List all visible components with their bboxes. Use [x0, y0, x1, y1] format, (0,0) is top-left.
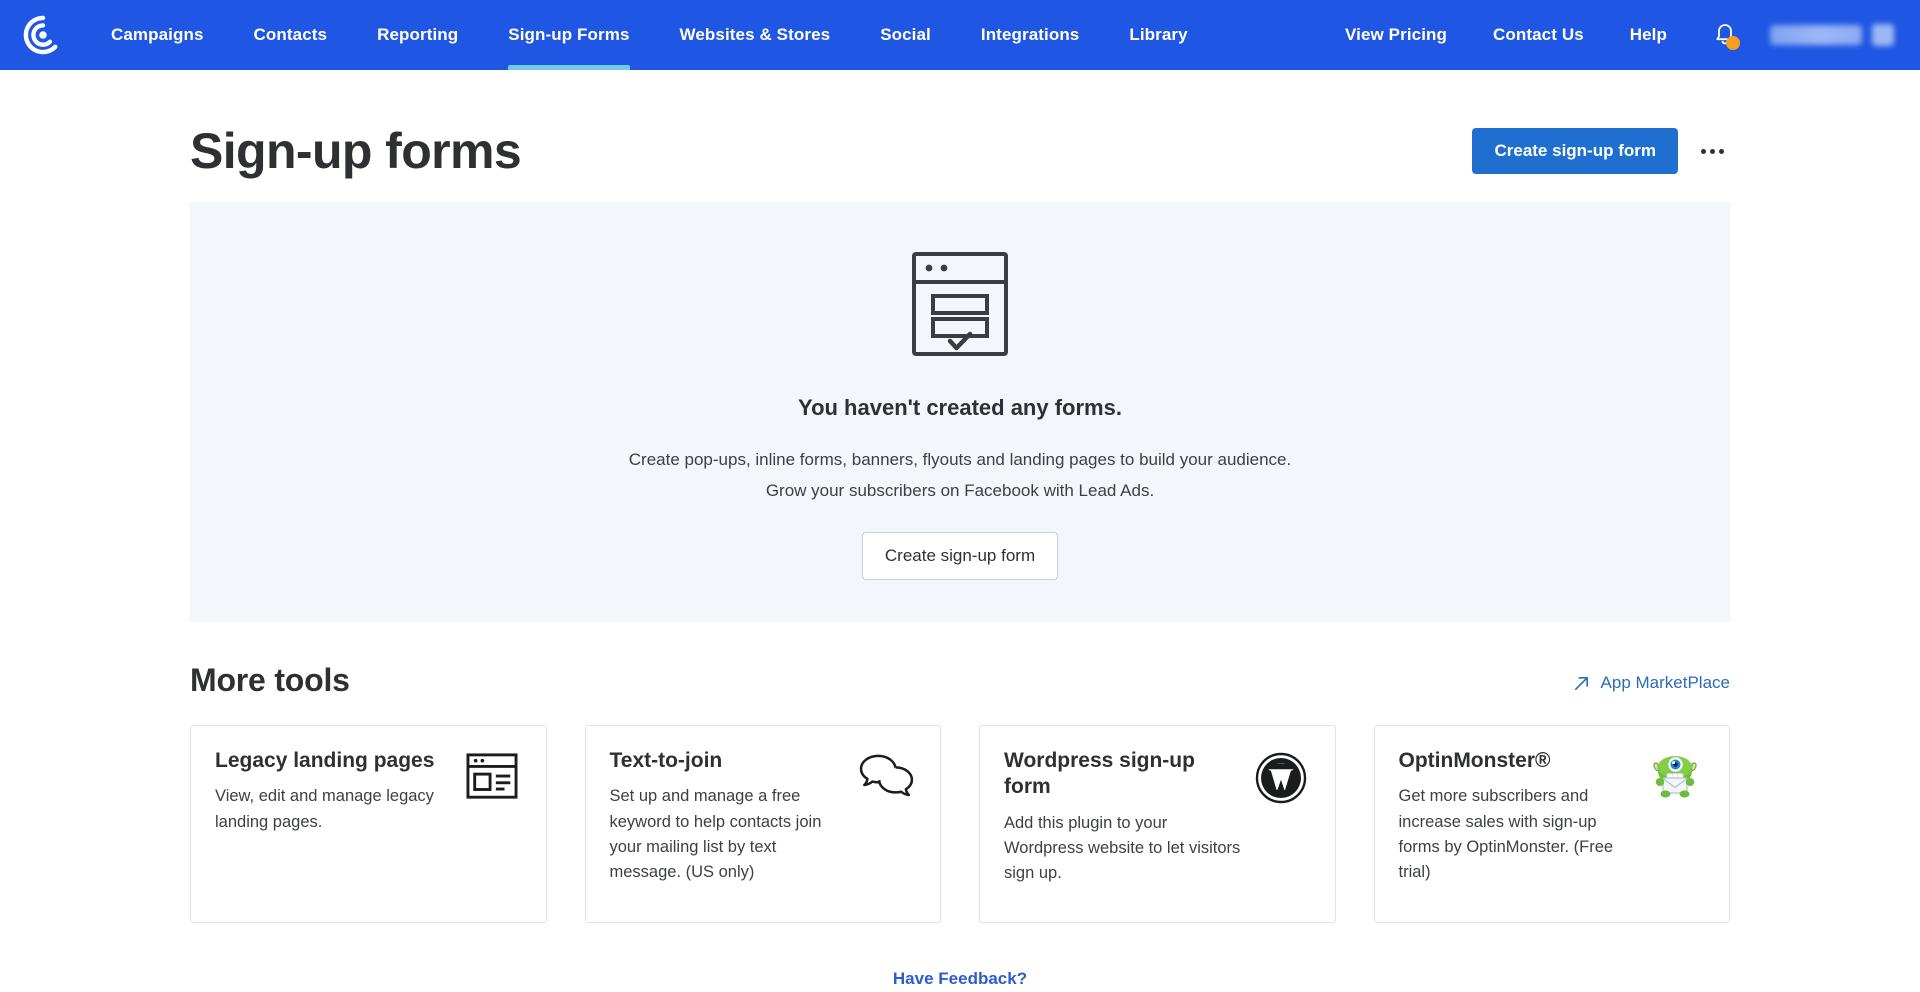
- card-body: Wordpress sign-up form Add this plugin t…: [1004, 748, 1251, 904]
- nav-label: Integrations: [980, 25, 1080, 44]
- card-title: Wordpress sign-up form: [1004, 749, 1195, 799]
- nav-label: View Pricing: [1345, 25, 1448, 44]
- top-navigation-bar: Campaigns Contacts Reporting Sign-up For…: [0, 0, 1920, 70]
- card-description: Add this plugin to your Wordpress websit…: [1004, 813, 1241, 883]
- optinmonster-mascot-icon: [1653, 756, 1697, 798]
- primary-nav: Campaigns Contacts Reporting Sign-up For…: [86, 0, 1213, 70]
- nav-label: Websites & Stores: [679, 25, 831, 44]
- card-title: Legacy landing pages: [215, 749, 435, 772]
- nav-label: Contacts: [253, 25, 328, 44]
- card-icon-wrap: [1251, 748, 1311, 904]
- card-title: OptinMonster®: [1398, 749, 1551, 772]
- create-sign-up-form-button[interactable]: Create sign-up form: [1472, 128, 1678, 174]
- card-icon-wrap: [462, 748, 522, 904]
- empty-state-description-line-2: Grow your subscribers on Facebook with L…: [765, 480, 1155, 500]
- nav-item-websites-stores[interactable]: Websites & Stores: [655, 0, 856, 70]
- tool-card-wordpress-sign-up-form[interactable]: Wordpress sign-up form Add this plugin t…: [979, 725, 1336, 923]
- nav-label: Reporting: [377, 25, 459, 44]
- empty-state-create-button[interactable]: Create sign-up form: [861, 531, 1059, 580]
- nav-item-library[interactable]: Library: [1104, 0, 1212, 70]
- nav-item-help[interactable]: Help: [1607, 0, 1690, 70]
- nav-item-social[interactable]: Social: [855, 0, 956, 70]
- have-feedback-link[interactable]: Have Feedback?: [190, 969, 1730, 989]
- app-marketplace-link[interactable]: App MarketPlace: [1572, 673, 1730, 699]
- card-description: Get more subscribers and increase sales …: [1398, 787, 1614, 881]
- nav-label: Social: [880, 25, 931, 44]
- card-body: Legacy landing pages View, edit and mana…: [215, 748, 462, 904]
- tool-card-text-to-join[interactable]: Text-to-join Set up and manage a free ke…: [584, 725, 941, 923]
- more-options-button[interactable]: [1694, 133, 1730, 169]
- nav-item-campaigns[interactable]: Campaigns: [86, 0, 229, 70]
- nav-item-view-pricing[interactable]: View Pricing: [1322, 0, 1470, 70]
- kebab-dot: [1700, 148, 1706, 154]
- tool-cards-grid: Legacy landing pages View, edit and mana…: [190, 725, 1730, 923]
- notification-badge-dot: [1726, 36, 1740, 50]
- page-title: Sign-up forms: [190, 123, 522, 179]
- header-actions: Create sign-up form: [1472, 128, 1730, 174]
- secondary-nav: View Pricing Contact Us Help: [1322, 0, 1920, 70]
- page-header: Sign-up forms Create sign-up form: [190, 70, 1730, 202]
- kebab-dot: [1709, 148, 1715, 154]
- account-name-redacted[interactable]: [1770, 25, 1862, 45]
- card-icon-wrap: [856, 748, 916, 904]
- notifications-button[interactable]: [1702, 0, 1748, 70]
- nav-item-sign-up-forms[interactable]: Sign-up Forms: [483, 0, 654, 70]
- nav-item-contact-us[interactable]: Contact Us: [1470, 0, 1607, 70]
- nav-label: Library: [1129, 25, 1188, 44]
- external-link-arrow-icon: [1574, 676, 1588, 690]
- card-title: Text-to-join: [609, 749, 723, 772]
- nav-label: Sign-up Forms: [508, 25, 630, 44]
- card-body: Text-to-join Set up and manage a free ke…: [610, 748, 857, 904]
- card-description: Set up and manage a free keyword to help…: [609, 787, 822, 881]
- card-body: OptinMonster® Get more subscribers and i…: [1399, 748, 1646, 904]
- speech-bubbles-icon: [859, 754, 914, 797]
- empty-state-panel: You haven't created any forms. Create po…: [190, 202, 1730, 622]
- tool-card-legacy-landing-pages[interactable]: Legacy landing pages View, edit and mana…: [190, 725, 547, 923]
- empty-state-title: You haven't created any forms.: [798, 395, 1122, 421]
- avatar[interactable]: [1872, 24, 1894, 46]
- nav-item-integrations[interactable]: Integrations: [956, 0, 1105, 70]
- nav-item-contacts[interactable]: Contacts: [229, 0, 353, 70]
- empty-state-description-line-1: Create pop-ups, inline forms, banners, f…: [628, 450, 1292, 470]
- card-description: View, edit and manage legacy landing pag…: [215, 787, 434, 831]
- tool-card-optinmonster[interactable]: OptinMonster® Get more subscribers and i…: [1373, 725, 1730, 923]
- nav-item-reporting[interactable]: Reporting: [352, 0, 483, 70]
- more-tools-title: More tools: [190, 662, 350, 698]
- wordpress-logo-icon: [1255, 752, 1306, 804]
- empty-state-illustration: [900, 244, 1020, 369]
- app-logo[interactable]: [0, 0, 86, 70]
- app-marketplace-label: App MarketPlace: [1600, 673, 1730, 692]
- card-icon-wrap: [1645, 748, 1705, 904]
- nav-label: Help: [1629, 25, 1667, 44]
- more-tools-header: More tools App MarketPlace: [190, 662, 1730, 699]
- nav-label: Contact Us: [1493, 25, 1584, 44]
- landing-page-layout-icon: [466, 753, 517, 799]
- constant-contact-logo-icon: [23, 15, 58, 55]
- page-content: Sign-up forms Create sign-up form You ha: [0, 70, 1920, 989]
- signup-form-window-icon: [912, 252, 1008, 357]
- nav-label: Campaigns: [111, 25, 204, 44]
- kebab-dot: [1718, 148, 1724, 154]
